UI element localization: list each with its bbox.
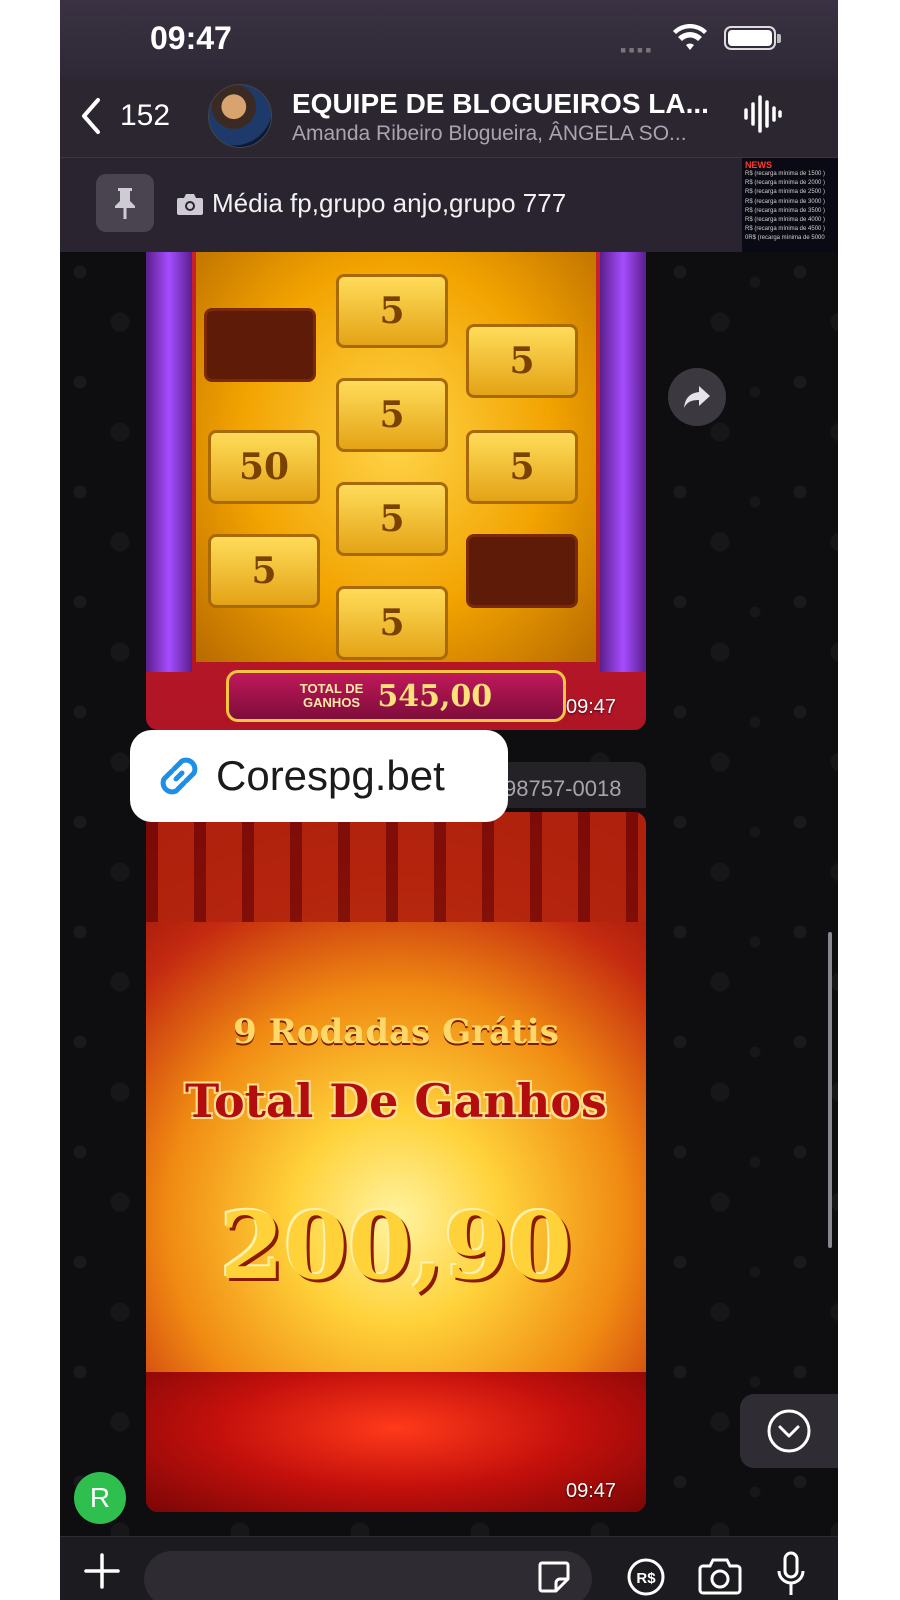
- scroll-down-button[interactable]: [740, 1394, 838, 1468]
- microphone-icon[interactable]: [776, 1551, 806, 1597]
- slot-tile: 5: [466, 324, 578, 398]
- thumb-news-label: NEWS: [745, 160, 772, 170]
- group-avatar[interactable]: [208, 84, 272, 148]
- forward-icon: [684, 386, 710, 408]
- thumb-line: R$ (recarga mínima de 2500 ): [745, 189, 826, 196]
- back-button[interactable]: 152: [78, 94, 170, 138]
- attach-plus-icon[interactable]: [82, 1551, 122, 1591]
- thumb-line: R$ (recarga mínima de 1500 ): [745, 171, 826, 177]
- link-overlay[interactable]: Corespg.bet: [130, 730, 508, 822]
- slot-tile: 50: [208, 430, 320, 504]
- message-image-bonus[interactable]: 9 Rodadas Grátis Total De Ganhos 200,90 …: [146, 812, 646, 1512]
- sender-avatar[interactable]: R: [74, 1472, 126, 1524]
- battery-icon: [724, 26, 781, 50]
- svg-text:R$: R$: [636, 1570, 656, 1587]
- total-win-bar: TOTAL DE GANHOS 545,00: [226, 670, 566, 722]
- thumb-line: R$ (recarga mínima de 4000 ): [745, 217, 826, 224]
- pinned-thumbnail[interactable]: NEWS R$ (recarga mínima de 1500 ) R$ (re…: [742, 158, 838, 252]
- link-text: Corespg.bet: [216, 752, 445, 799]
- link-icon: [160, 757, 198, 795]
- message-time: 09:47: [566, 696, 617, 718]
- thumb-line: R$ (recarga mínima de 4500 ): [745, 226, 826, 233]
- slot-frame-right: [600, 252, 646, 672]
- thumb-line: R$ (recarga mínima de 3000 ): [745, 198, 826, 205]
- bonus-total-text: Total De Ganhos: [185, 1074, 607, 1128]
- total-win-value: 545,00: [377, 678, 493, 714]
- bonus-spins-text: 9 Rodadas Grátis: [233, 1012, 559, 1052]
- wifi-icon: [673, 24, 707, 50]
- thumb-line: R$ (recarga mínima de 2000 ): [745, 180, 826, 187]
- pinned-message-bar[interactable]: Média fp,grupo anjo,grupo 777 NEWS R$ (r…: [60, 158, 838, 252]
- message-image-slot[interactable]: 5 5 5 50 5 5 5 5 TOTAL DE GANHOS 545,00 …: [146, 252, 646, 730]
- forward-button[interactable]: [668, 368, 726, 426]
- signal-icon: ▪▪▪▪: [620, 40, 654, 60]
- unread-count: 152: [120, 99, 171, 132]
- payment-icon[interactable]: R$: [626, 1557, 666, 1597]
- chevron-left-icon: [82, 98, 100, 134]
- scrollbar[interactable]: [828, 932, 832, 1248]
- total-win-label-line2: GANHOS: [303, 695, 361, 710]
- thumb-line: 0R$ (recarga mínima de 5000: [745, 235, 825, 242]
- sender-phone[interactable]: 98757-0018: [504, 776, 621, 802]
- camera-icon[interactable]: [698, 1557, 742, 1595]
- bonus-amount: 200,90: [219, 1192, 573, 1300]
- thumb-line: R$ (recarga mínima de 3500 ): [745, 207, 826, 214]
- message-input[interactable]: [144, 1551, 592, 1600]
- status-time: 09:47: [150, 20, 232, 56]
- total-win-label-line1: TOTAL DE: [299, 681, 364, 696]
- message-time: 09:47: [566, 1480, 617, 1502]
- bonus-lattice: [146, 812, 646, 922]
- chat-title[interactable]: EQUIPE DE BLOGUEIROS LA...: [292, 88, 709, 120]
- slot-tile: 5: [336, 378, 448, 452]
- status-bar: 09:47 ▪▪▪▪: [60, 0, 838, 78]
- chevron-down-icon: [767, 1409, 811, 1453]
- slot-tile-empty: [466, 534, 578, 608]
- camera-icon: [177, 193, 203, 215]
- pinned-text: Média fp,grupo anjo,grupo 777: [212, 188, 567, 218]
- phone-screen: 09:47 ▪▪▪▪ 152 EQUIPE DE BLOGUEIROS LA..…: [60, 0, 838, 1600]
- pin-icon: [96, 174, 154, 232]
- slot-tile: 5: [466, 430, 578, 504]
- slot-reels: 5 5 5 50 5 5 5 5: [196, 252, 596, 662]
- voice-chat-icon[interactable]: [742, 94, 782, 134]
- slot-tile: 5: [336, 274, 448, 348]
- slot-tile-empty: [204, 308, 316, 382]
- slot-tile: 5: [336, 586, 448, 660]
- sticker-icon[interactable]: [536, 1559, 572, 1595]
- slot-tile: 5: [336, 482, 448, 556]
- total-win-label: TOTAL DE GANHOS: [300, 682, 364, 710]
- chat-subtitle[interactable]: Amanda Ribeiro Blogueira, ÂNGELA SO...: [292, 122, 687, 146]
- slot-tile: 5: [208, 534, 320, 608]
- input-bar: R$: [60, 1536, 838, 1600]
- slot-frame-left: [146, 252, 192, 672]
- chat-header: 152 EQUIPE DE BLOGUEIROS LA... Amanda Ri…: [60, 78, 838, 158]
